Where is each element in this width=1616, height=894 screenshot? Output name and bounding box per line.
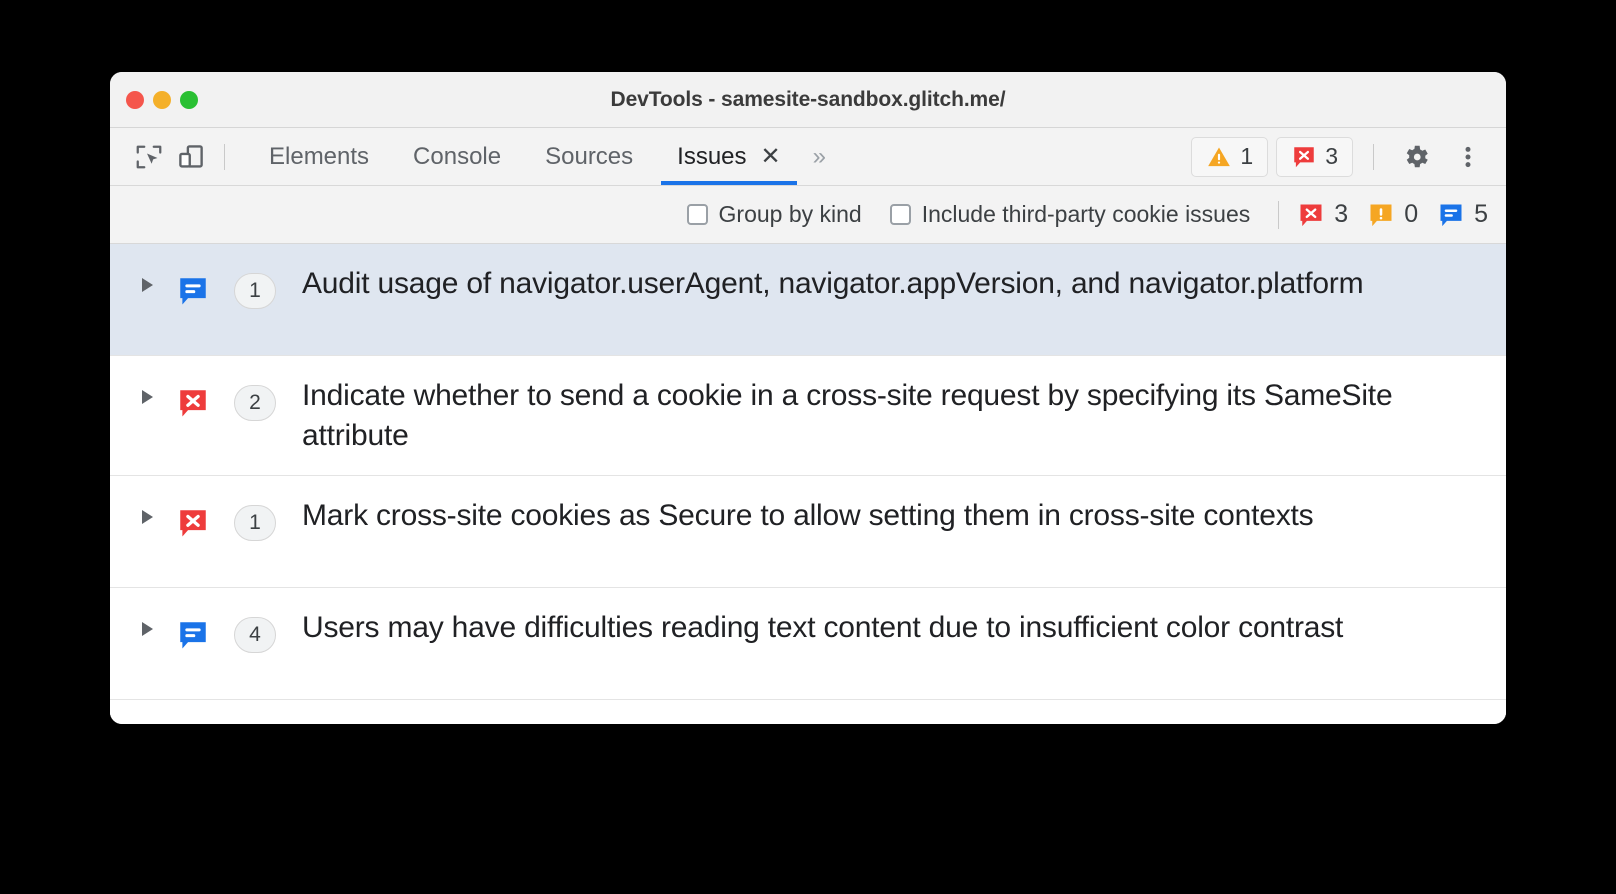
error-bubble-icon <box>176 386 216 425</box>
issue-title: Mark cross-site cookies as Secure to all… <box>302 499 1314 533</box>
tab-sources[interactable]: Sources <box>523 128 655 185</box>
issues-list: 1 Audit usage of navigator.userAgent, na… <box>110 244 1506 724</box>
warning-triangle-icon <box>1208 146 1231 166</box>
inspect-element-icon[interactable] <box>128 136 170 178</box>
error-count-button[interactable]: 3 <box>1276 136 1353 177</box>
error-kind-count[interactable]: 3 <box>1297 200 1348 229</box>
device-toolbar-icon[interactable] <box>170 136 212 178</box>
window-titlebar: DevTools - samesite-sandbox.glitch.me/ <box>110 72 1506 128</box>
include-third-party-checkbox[interactable]: Include third-party cookie issues <box>889 201 1251 228</box>
issue-title: Users may have difficulties reading text… <box>302 611 1344 645</box>
tab-console-label: Console <box>413 142 502 170</box>
issues-filter-bar: Group by kind Include third-party cookie… <box>110 186 1506 244</box>
include-third-party-label: Include third-party cookie issues <box>921 201 1251 227</box>
issue-count-badge: 2 <box>234 385 276 421</box>
info-kind-count[interactable]: 5 <box>1437 200 1488 229</box>
minimize-window-button[interactable] <box>153 90 171 109</box>
filter-divider <box>1278 200 1280 229</box>
tab-sources-label: Sources <box>545 142 634 170</box>
close-icon[interactable]: ✕ <box>761 144 781 169</box>
devtools-tabbar: Elements Console Sources Issues ✕ » 1 3 <box>110 128 1506 186</box>
info-bubble-icon <box>1440 204 1462 226</box>
warning-count-label: 1 <box>1240 143 1254 169</box>
warning-count-button[interactable]: 1 <box>1191 136 1269 177</box>
gear-icon[interactable] <box>1394 135 1438 179</box>
screenshot-stage: DevTools - samesite-sandbox.glitch.me/ E… <box>0 0 1616 894</box>
kebab-menu-icon[interactable] <box>1446 135 1490 179</box>
issue-row[interactable]: 1 Mark cross-site cookies as Secure to a… <box>110 476 1506 589</box>
panel-tabs: Elements Console Sources Issues ✕ » <box>247 128 836 185</box>
toolbar-divider-right <box>1373 143 1374 170</box>
tab-console[interactable]: Console <box>391 128 523 185</box>
issue-row[interactable]: 4 Users may have difficulties reading te… <box>110 588 1506 701</box>
toolbar-status-area: 1 3 <box>1191 135 1490 179</box>
warning-kind-count-label: 0 <box>1404 200 1419 228</box>
expand-triangle-icon[interactable] <box>134 390 160 404</box>
tab-issues[interactable]: Issues ✕ <box>655 128 802 185</box>
group-by-kind-checkbox[interactable]: Group by kind <box>686 201 862 228</box>
expand-triangle-icon[interactable] <box>134 510 160 525</box>
issue-count-badge: 1 <box>234 505 276 542</box>
more-tabs-icon[interactable]: » <box>803 144 836 169</box>
info-bubble-icon <box>176 618 216 657</box>
group-by-kind-label: Group by kind <box>718 201 862 227</box>
warning-kind-count[interactable]: 0 <box>1367 200 1418 229</box>
issue-title: Indicate whether to send a cookie in a c… <box>302 379 1393 452</box>
tab-issues-label: Issues <box>677 142 747 170</box>
issue-count-badge: 4 <box>234 617 276 654</box>
window-title: DevTools - samesite-sandbox.glitch.me/ <box>610 87 1006 111</box>
warning-bubble-icon <box>1370 204 1392 226</box>
issue-row[interactable]: 2 Indicate whether to send a cookie in a… <box>110 356 1506 477</box>
info-bubble-icon <box>176 274 216 313</box>
error-bubble-icon <box>176 506 216 545</box>
error-bubble-icon <box>1300 204 1322 226</box>
tab-elements-label: Elements <box>269 142 370 170</box>
issue-count-badge: 1 <box>234 273 276 309</box>
checkbox-box[interactable] <box>889 204 911 225</box>
close-window-button[interactable] <box>126 90 144 109</box>
maximize-window-button[interactable] <box>180 90 198 109</box>
error-kind-count-label: 3 <box>1334 200 1349 228</box>
devtools-window: DevTools - samesite-sandbox.glitch.me/ E… <box>110 72 1506 724</box>
tab-elements[interactable]: Elements <box>247 128 391 185</box>
expand-triangle-icon[interactable] <box>134 622 160 637</box>
issue-title: Audit usage of navigator.userAgent, navi… <box>302 267 1364 300</box>
toolbar-divider <box>224 143 225 170</box>
error-bubble-icon <box>1294 146 1314 167</box>
window-controls <box>126 90 198 109</box>
issue-kind-counts: 3 0 5 <box>1297 200 1488 229</box>
list-footer <box>110 700 1506 721</box>
checkbox-box[interactable] <box>686 204 708 225</box>
info-kind-count-label: 5 <box>1474 200 1488 228</box>
issue-row[interactable]: 1 Audit usage of navigator.userAgent, na… <box>110 244 1506 356</box>
expand-triangle-icon[interactable] <box>134 278 160 292</box>
error-count-label: 3 <box>1325 143 1338 169</box>
